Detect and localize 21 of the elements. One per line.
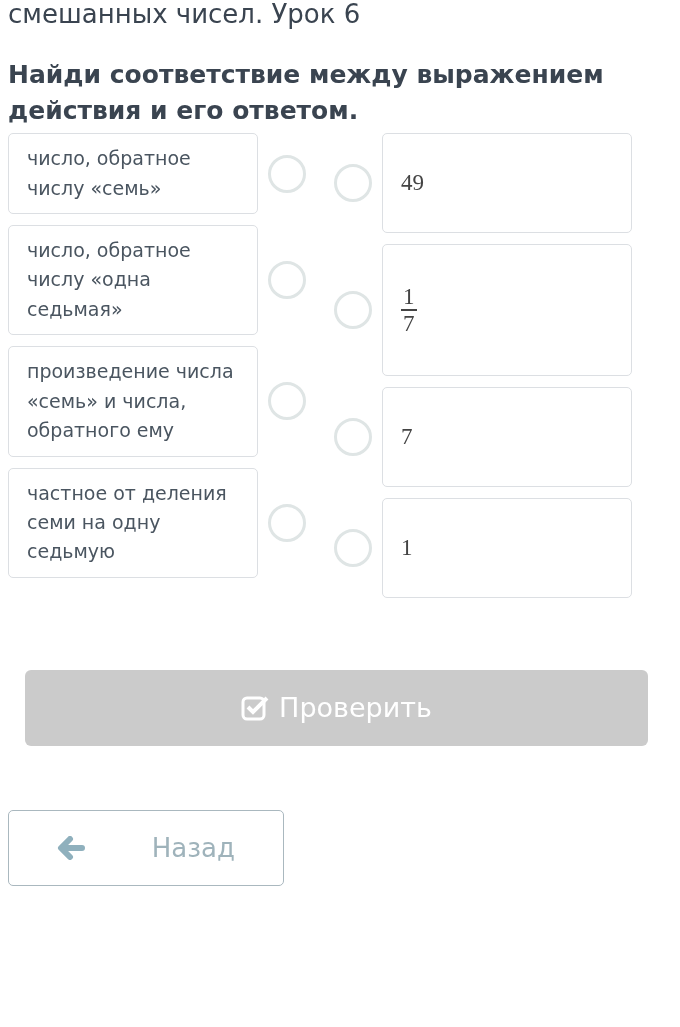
expression-card: число, обратное числу «семь» — [8, 133, 258, 214]
expression-card: частное от деления семи на одну седьмую — [8, 467, 258, 578]
back-button[interactable]: Назад — [8, 810, 284, 887]
checkbox-icon — [241, 694, 270, 723]
radio-button[interactable] — [268, 503, 306, 542]
radio-button[interactable] — [334, 529, 372, 568]
radio-button[interactable] — [268, 154, 306, 193]
radio-button[interactable] — [334, 418, 372, 457]
question-text: Найди соответствие между выражением действия и его ответом. — [8, 58, 605, 127]
radio-button[interactable] — [268, 382, 306, 421]
radio-button[interactable] — [268, 261, 306, 300]
radio-button[interactable] — [334, 164, 372, 203]
left-arrow-icon — [57, 836, 85, 861]
lesson-title: смешанных чисел. Урок 6 — [8, 0, 362, 29]
answer-card: 49 — [382, 133, 632, 234]
fraction: 1 7 — [401, 283, 417, 337]
radio-button[interactable] — [334, 291, 372, 330]
expression-card: число, обратное числу «одна седьмая» — [8, 224, 258, 336]
expression-card: произведение числа «семь» и числа, обратного ему — [8, 346, 258, 457]
answer-card: 7 — [382, 387, 632, 488]
answer-card: 1 — [382, 498, 632, 599]
